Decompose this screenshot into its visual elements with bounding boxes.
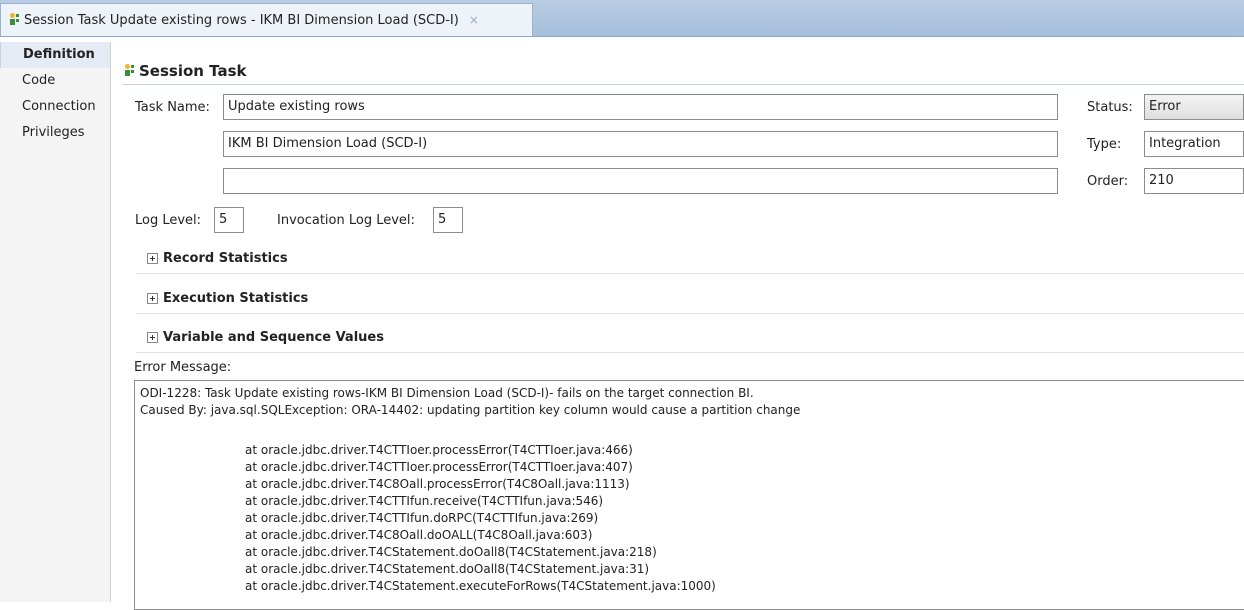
stack-trace-line: at oracle.jdbc.driver.T4CTTIfun.doRPC(T4… bbox=[245, 511, 599, 525]
order-field[interactable]: 210 bbox=[1144, 168, 1244, 194]
nav-item-privileges[interactable]: Privileges bbox=[0, 120, 110, 146]
editor-tab-title: Session Task Update existing rows - IKM … bbox=[24, 12, 459, 28]
order-label: Order: bbox=[1087, 174, 1129, 189]
additional-field[interactable] bbox=[223, 168, 1058, 194]
status-label: Status: bbox=[1087, 100, 1133, 115]
stack-trace-line: at oracle.jdbc.driver.T4CTTIoer.processE… bbox=[245, 443, 633, 457]
nav-item-definition[interactable]: Definition bbox=[0, 42, 110, 68]
nav-item-code[interactable]: Code bbox=[0, 68, 110, 94]
task-name-label: Task Name: bbox=[135, 100, 210, 115]
record-statistics-label: Record Statistics bbox=[163, 251, 288, 266]
stack-trace-line: at oracle.jdbc.driver.T4C8Oall.doOALL(T4… bbox=[245, 528, 593, 542]
nav-item-connection[interactable]: Connection bbox=[0, 94, 110, 120]
section-divider bbox=[122, 84, 1244, 85]
divider bbox=[136, 273, 1244, 274]
execution-statistics-toggle[interactable]: Execution Statistics bbox=[147, 291, 308, 306]
task-name-field[interactable]: Update existing rows bbox=[223, 94, 1058, 120]
log-level-field[interactable]: 5 bbox=[214, 207, 244, 233]
stack-trace-line: at oracle.jdbc.driver.T4CStatement.doOal… bbox=[245, 562, 650, 576]
status-field[interactable]: Error bbox=[1144, 94, 1244, 120]
stack-trace-line: at oracle.jdbc.driver.T4CStatement.doOal… bbox=[245, 545, 657, 559]
expand-icon bbox=[147, 332, 158, 343]
section-header: Session Task bbox=[122, 62, 247, 80]
error-message-textarea[interactable]: ODI-1228: Task Update existing rows-IKM … bbox=[134, 380, 1244, 610]
invocation-log-level-label: Invocation Log Level: bbox=[277, 213, 415, 228]
log-level-label: Log Level: bbox=[135, 213, 202, 228]
stack-trace-line: at oracle.jdbc.driver.T4C8Oall.processEr… bbox=[245, 477, 630, 491]
variable-sequence-values-label: Variable and Sequence Values bbox=[163, 330, 384, 345]
knowledge-module-field[interactable]: IKM BI Dimension Load (SCD-I) bbox=[223, 131, 1058, 157]
editor-tab[interactable]: Session Task Update existing rows - IKM … bbox=[0, 3, 533, 36]
stack-trace-line: at oracle.jdbc.driver.T4CTTIoer.processE… bbox=[245, 460, 633, 474]
stack-trace-line: at oracle.jdbc.driver.T4CTTIfun.receive(… bbox=[245, 494, 604, 508]
expand-icon bbox=[147, 293, 158, 304]
record-statistics-toggle[interactable]: Record Statistics bbox=[147, 251, 288, 266]
session-task-icon bbox=[7, 12, 19, 28]
expand-icon bbox=[147, 253, 158, 264]
section-title: Session Task bbox=[139, 62, 247, 80]
type-field[interactable]: Integration bbox=[1144, 131, 1244, 157]
close-icon[interactable]: × bbox=[469, 13, 479, 27]
divider bbox=[136, 352, 1244, 353]
type-label: Type: bbox=[1087, 137, 1122, 152]
editor-tab-bar: Session Task Update existing rows - IKM … bbox=[0, 0, 1244, 37]
error-cause-line: Caused By: java.sql.SQLException: ORA-14… bbox=[140, 403, 801, 417]
left-navigation: Definition Code Connection Privileges bbox=[0, 42, 111, 602]
definition-panel: Session Task Task Name: Update existing … bbox=[112, 42, 1244, 610]
error-message-label: Error Message: bbox=[134, 360, 232, 375]
variable-sequence-values-toggle[interactable]: Variable and Sequence Values bbox=[147, 330, 384, 345]
stack-trace-line: at oracle.jdbc.driver.T4CStatement.execu… bbox=[245, 579, 716, 593]
divider bbox=[136, 313, 1244, 314]
invocation-log-level-field[interactable]: 5 bbox=[433, 207, 463, 233]
execution-statistics-label: Execution Statistics bbox=[163, 291, 309, 306]
error-line: ODI-1228: Task Update existing rows-IKM … bbox=[140, 386, 754, 400]
session-task-icon bbox=[122, 63, 134, 79]
